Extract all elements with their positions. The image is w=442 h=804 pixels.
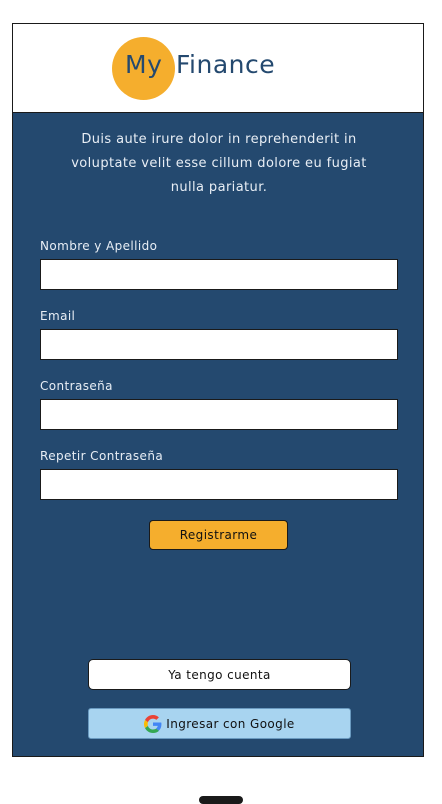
google-login-label: Ingresar con Google <box>166 716 295 731</box>
logo-text-finance: Finance <box>176 50 276 79</box>
home-indicator <box>199 796 243 804</box>
password-input[interactable] <box>40 399 398 430</box>
email-label: Email <box>40 309 76 323</box>
have-account-button[interactable]: Ya tengo cuenta <box>88 659 351 690</box>
app-frame: My Finance Duis aute irure dolor in repr… <box>12 23 424 757</box>
header: My Finance <box>13 24 423 113</box>
google-login-button[interactable]: Ingresar con Google <box>88 708 351 739</box>
repeat-password-label: Repetir Contraseña <box>40 449 164 463</box>
logo-text-my: My <box>125 50 163 79</box>
name-input[interactable] <box>40 259 398 290</box>
email-input[interactable] <box>40 329 398 360</box>
register-button[interactable]: Registrarme <box>149 520 288 550</box>
intro-text: Duis aute irure dolor in reprehenderit i… <box>71 132 367 195</box>
password-label: Contraseña <box>40 379 113 393</box>
google-icon <box>144 714 162 733</box>
repeat-password-input[interactable] <box>40 469 398 500</box>
name-label: Nombre y Apellido <box>40 239 158 253</box>
